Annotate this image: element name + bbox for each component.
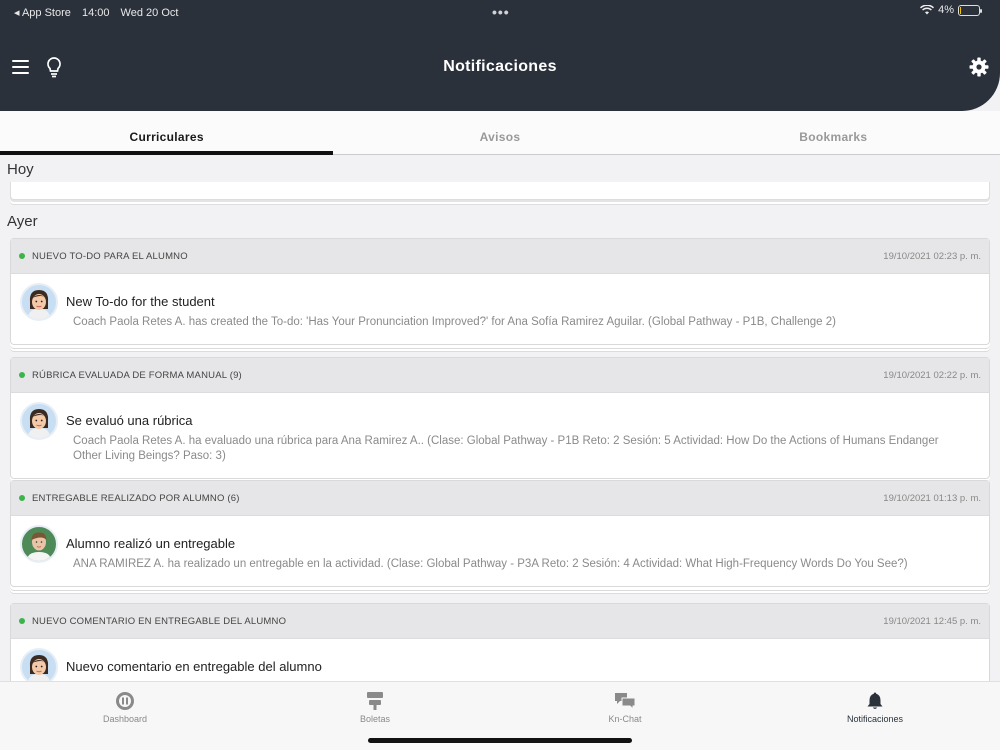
notifications-list[interactable]: Hoy Ayer NUEVO TO-DO PARA EL ALUMNO 19/1… (0, 156, 1000, 681)
unread-dot-icon (19, 618, 25, 624)
notification-card[interactable]: NUEVO COMENTARIO EN ENTREGABLE DEL ALUMN… (10, 603, 990, 681)
nav-boletas-label: Boletas (359, 714, 391, 724)
tab-avisos[interactable]: Avisos (333, 111, 666, 154)
chat-icon (615, 693, 636, 711)
notification-description: Coach Paola Retes A. has created the To-… (73, 316, 836, 328)
home-indicator[interactable] (368, 738, 632, 743)
notification-date: 19/10/2021 01:13 p. m. (883, 492, 981, 504)
notification-card-body: Se evaluó una rúbrica Coach Paola Retes … (11, 393, 989, 478)
notification-card[interactable]: NUEVO TO-DO PARA EL ALUMNO 19/10/2021 02… (10, 238, 990, 345)
nav-dashboard[interactable]: Dashboard (0, 682, 250, 750)
status-left: ◂ App Store 14:00 Wed 20 Oct (14, 6, 186, 19)
notification-title: New To-do for the student (66, 294, 215, 309)
nav-kn-chat-label: Kn-Chat (608, 714, 642, 724)
battery-icon (958, 4, 982, 16)
nav-dashboard-label: Dashboard (102, 714, 148, 724)
section-header-yesterday: Ayer (7, 213, 38, 230)
page-title: Notificaciones (443, 58, 557, 75)
nav-notificaciones[interactable]: Notificaciones (750, 682, 1000, 750)
notification-date: 19/10/2021 12:45 p. m. (883, 615, 981, 627)
notification-description: Coach Paola Retes A. ha evaluado una rúb… (73, 435, 939, 462)
teacher-avatar-icon (28, 290, 50, 319)
status-time: 14:00 (81, 6, 110, 19)
notification-title: Nuevo comentario en entregable del alumn… (66, 659, 322, 674)
teacher-avatar-icon (28, 655, 50, 681)
notification-card-body: Nuevo comentario en entregable del alumn… (11, 639, 989, 681)
back-to-app-store-link[interactable]: ◂ App Store (14, 7, 71, 19)
status-bar: ◂ App Store 14:00 Wed 20 Oct ••• 4% (14, 4, 982, 20)
student-photo-icon (27, 532, 51, 561)
bell-icon (867, 692, 883, 709)
battery-percent: 4% (938, 4, 954, 16)
status-date: Wed 20 Oct (120, 6, 179, 19)
gear-icon[interactable] (969, 57, 989, 77)
notification-card-header: NUEVO COMENTARIO EN ENTREGABLE DEL ALUMN… (11, 604, 989, 639)
wifi-icon (920, 5, 935, 15)
avatar (20, 525, 58, 563)
notification-description: ANA RAMIREZ A. ha realizado un entregabl… (73, 558, 908, 570)
unread-dot-icon (19, 495, 25, 501)
notification-date: 19/10/2021 02:23 p. m. (883, 250, 981, 262)
notification-card-body: New To-do for the student Coach Paola Re… (11, 274, 989, 344)
status-right: 4% (920, 4, 982, 16)
unread-dot-icon (19, 253, 25, 259)
nav-notificaciones-label: Notificaciones (846, 714, 904, 724)
notification-card-header: RÚBRICA EVALUADA DE FORMA MANUAL (9) 19/… (11, 358, 989, 393)
notification-card[interactable]: ENTREGABLE REALIZADO POR ALUMNO (6) 19/1… (10, 480, 990, 587)
notification-date: 19/10/2021 02:22 p. m. (883, 369, 981, 381)
notification-card-header: ENTREGABLE REALIZADO POR ALUMNO (6) 19/1… (11, 481, 989, 516)
tab-curriculares[interactable]: Curriculares (0, 111, 334, 155)
notification-title: Se evaluó una rúbrica (66, 413, 193, 428)
app-header: ◂ App Store 14:00 Wed 20 Oct ••• 4% Noti… (0, 0, 1000, 111)
notification-category: RÚBRICA EVALUADA DE FORMA MANUAL (9) (32, 369, 242, 381)
avatar (20, 648, 58, 681)
multitasking-dots[interactable]: ••• (492, 4, 510, 20)
notification-card[interactable]: RÚBRICA EVALUADA DE FORMA MANUAL (9) 19/… (10, 357, 990, 479)
unread-dot-icon (19, 372, 25, 378)
notification-tabs: Curriculares Avisos Bookmarks (0, 111, 1000, 155)
report-card-icon (367, 692, 383, 710)
section-header-today: Hoy (7, 161, 34, 178)
notification-card-body: Alumno realizó un entregable ANA RAMIREZ… (11, 516, 989, 586)
notification-category: NUEVO COMENTARIO EN ENTREGABLE DEL ALUMN… (32, 615, 287, 627)
tab-bookmarks[interactable]: Bookmarks (667, 111, 1000, 154)
avatar (20, 402, 58, 440)
notification-card-stack-today[interactable] (10, 182, 990, 200)
notification-card-header: NUEVO TO-DO PARA EL ALUMNO 19/10/2021 02… (11, 239, 989, 274)
avatar (20, 283, 58, 321)
dashboard-icon (116, 692, 134, 710)
notification-category: ENTREGABLE REALIZADO POR ALUMNO (6) (32, 492, 240, 504)
teacher-avatar-icon (28, 409, 50, 438)
notification-category: NUEVO TO-DO PARA EL ALUMNO (32, 250, 188, 262)
notification-title: Alumno realizó un entregable (66, 536, 236, 551)
